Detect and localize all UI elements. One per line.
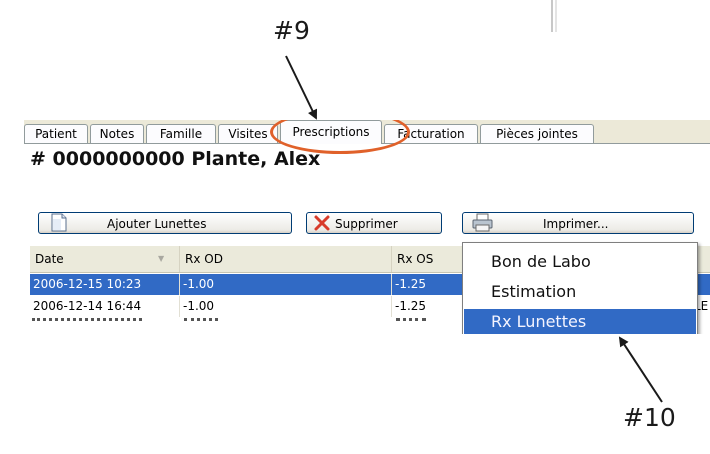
arrow-to-prescriptions-tab: [285, 55, 318, 120]
arrow-to-rx-lunettes-item: [618, 336, 663, 403]
callout-arrows: [285, 55, 663, 403]
